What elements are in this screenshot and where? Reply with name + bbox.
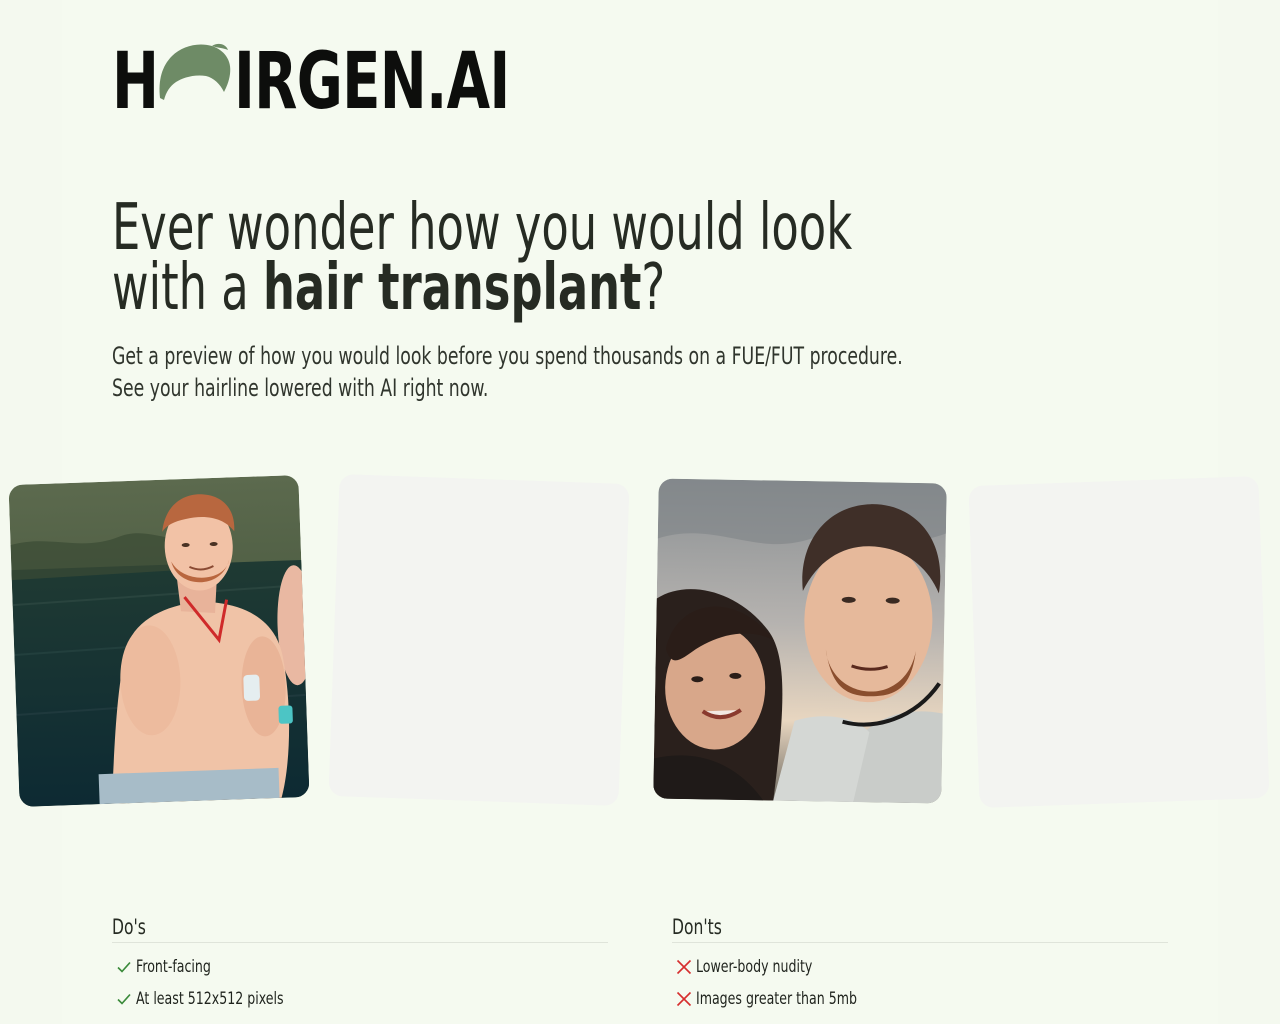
hero-title-line-2: with a hair transplant? (112, 256, 742, 320)
dos-item: Front-facing (112, 951, 608, 983)
hero-title-prefix: with a (112, 251, 263, 325)
donts-item: Lower-body nudity (672, 951, 1168, 983)
dos-item-label: At least 512x512 pixels (136, 989, 284, 1009)
hero-title-suffix: ? (641, 251, 666, 325)
donts-section: Don'ts Lower-body nudity Images greater … (672, 912, 1168, 1015)
example-photo-placeholder-1 (328, 474, 630, 806)
hero-title-highlight: hair transplant (262, 251, 642, 325)
hair-logo-icon (159, 43, 231, 100)
example-photo-man-in-water (8, 475, 310, 807)
donts-item-label: Images greater than 5mb (696, 989, 857, 1009)
logo-text: IRGEN.AI (234, 37, 510, 127)
x-icon (674, 989, 694, 1009)
x-icon (674, 957, 694, 977)
donts-item: Images greater than 5mb (672, 983, 1168, 1015)
donts-heading: Don'ts (672, 915, 722, 939)
couple-selfie-photo (653, 478, 947, 804)
man-in-water-photo (8, 475, 310, 807)
logo-letter-h: H (112, 37, 159, 127)
example-photo-couple-selfie (653, 478, 947, 804)
donts-divider (672, 942, 1168, 943)
hero-subtitle: Get a preview of how you would look befo… (112, 342, 903, 402)
dos-item: At least 512x512 pixels (112, 983, 608, 1015)
check-icon (114, 957, 134, 977)
dos-item-label: Front-facing (136, 957, 211, 977)
check-icon (114, 989, 134, 1009)
hero-title-line-1: Ever wonder how you would look (112, 191, 853, 265)
dos-section: Do's Front-facing At least 512x512 pixel… (112, 912, 608, 1015)
donts-item-label: Lower-body nudity (696, 957, 813, 977)
example-photo-placeholder-2 (968, 476, 1270, 808)
dos-divider (112, 942, 608, 943)
dos-heading: Do's (112, 915, 146, 939)
hero-title: Ever wonder how you would look with a ha… (112, 191, 853, 320)
